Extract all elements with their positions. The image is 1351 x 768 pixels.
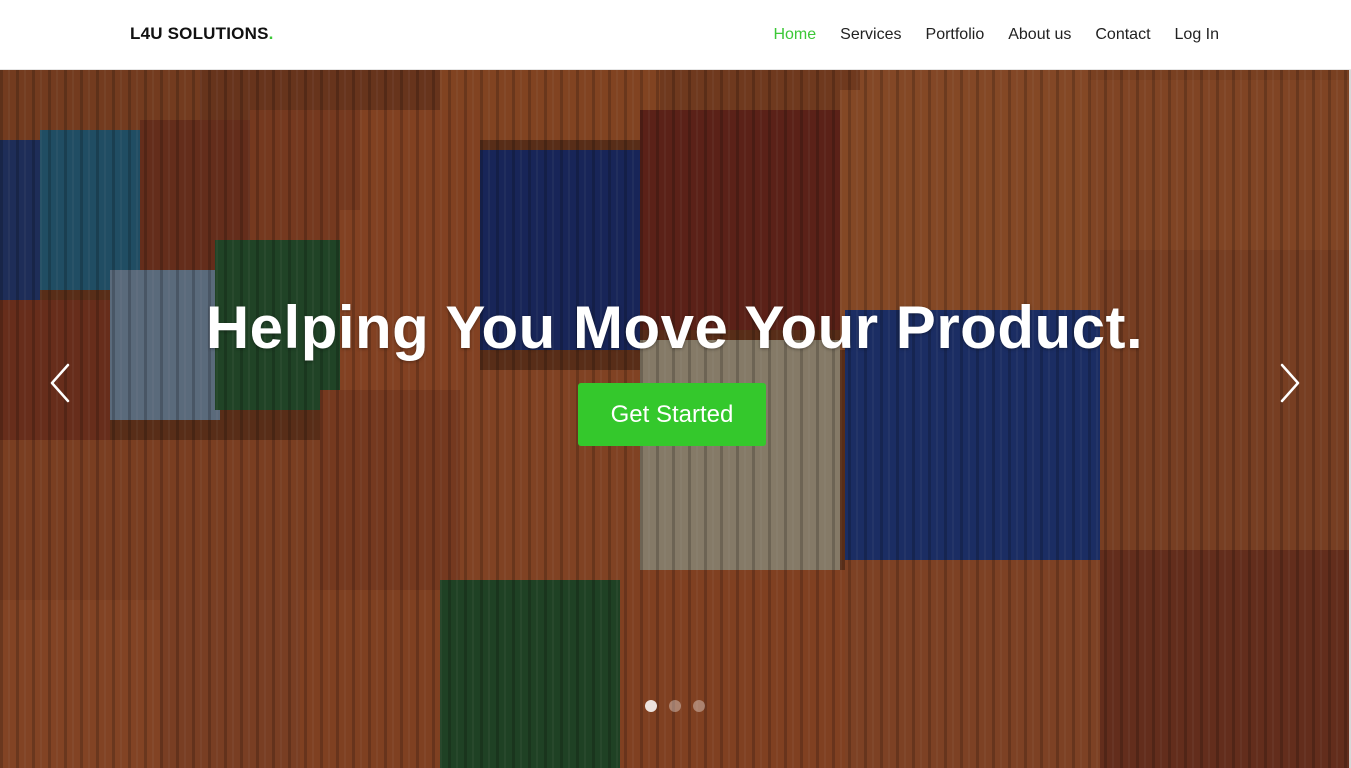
nav-item-about-us[interactable]: About us [1008, 24, 1071, 46]
nav-item-home[interactable]: Home [773, 24, 816, 46]
hero-heading: Helping You Move Your Product. [205, 294, 1144, 361]
carousel-prev-control[interactable] [40, 360, 80, 406]
nav-item-contact[interactable]: Contact [1095, 24, 1150, 46]
hero-carousel: Helping You Move Your Product. Get Start… [0, 70, 1349, 768]
carousel-next-control[interactable] [1270, 360, 1310, 406]
navbar: L4U SOLUTIONS. Home Services Portfolio A… [0, 0, 1351, 70]
main-nav: Home Services Portfolio About us Contact… [749, 24, 1219, 46]
brand-dot: . [268, 24, 274, 43]
brand-logo[interactable]: L4U SOLUTIONS. [130, 24, 274, 44]
nav-item-portfolio[interactable]: Portfolio [926, 24, 985, 46]
carousel-indicator-3[interactable] [693, 700, 705, 712]
chevron-right-icon [1280, 363, 1300, 403]
brand-name: L4U SOLUTIONS [130, 24, 269, 43]
carousel-indicators [645, 700, 705, 712]
nav-item-services[interactable]: Services [840, 24, 901, 46]
chevron-left-icon [50, 363, 70, 403]
get-started-button[interactable]: Get Started [578, 383, 766, 446]
nav-item-log-in[interactable]: Log In [1175, 24, 1219, 46]
carousel-indicator-2[interactable] [669, 700, 681, 712]
carousel-indicator-1[interactable] [645, 700, 657, 712]
